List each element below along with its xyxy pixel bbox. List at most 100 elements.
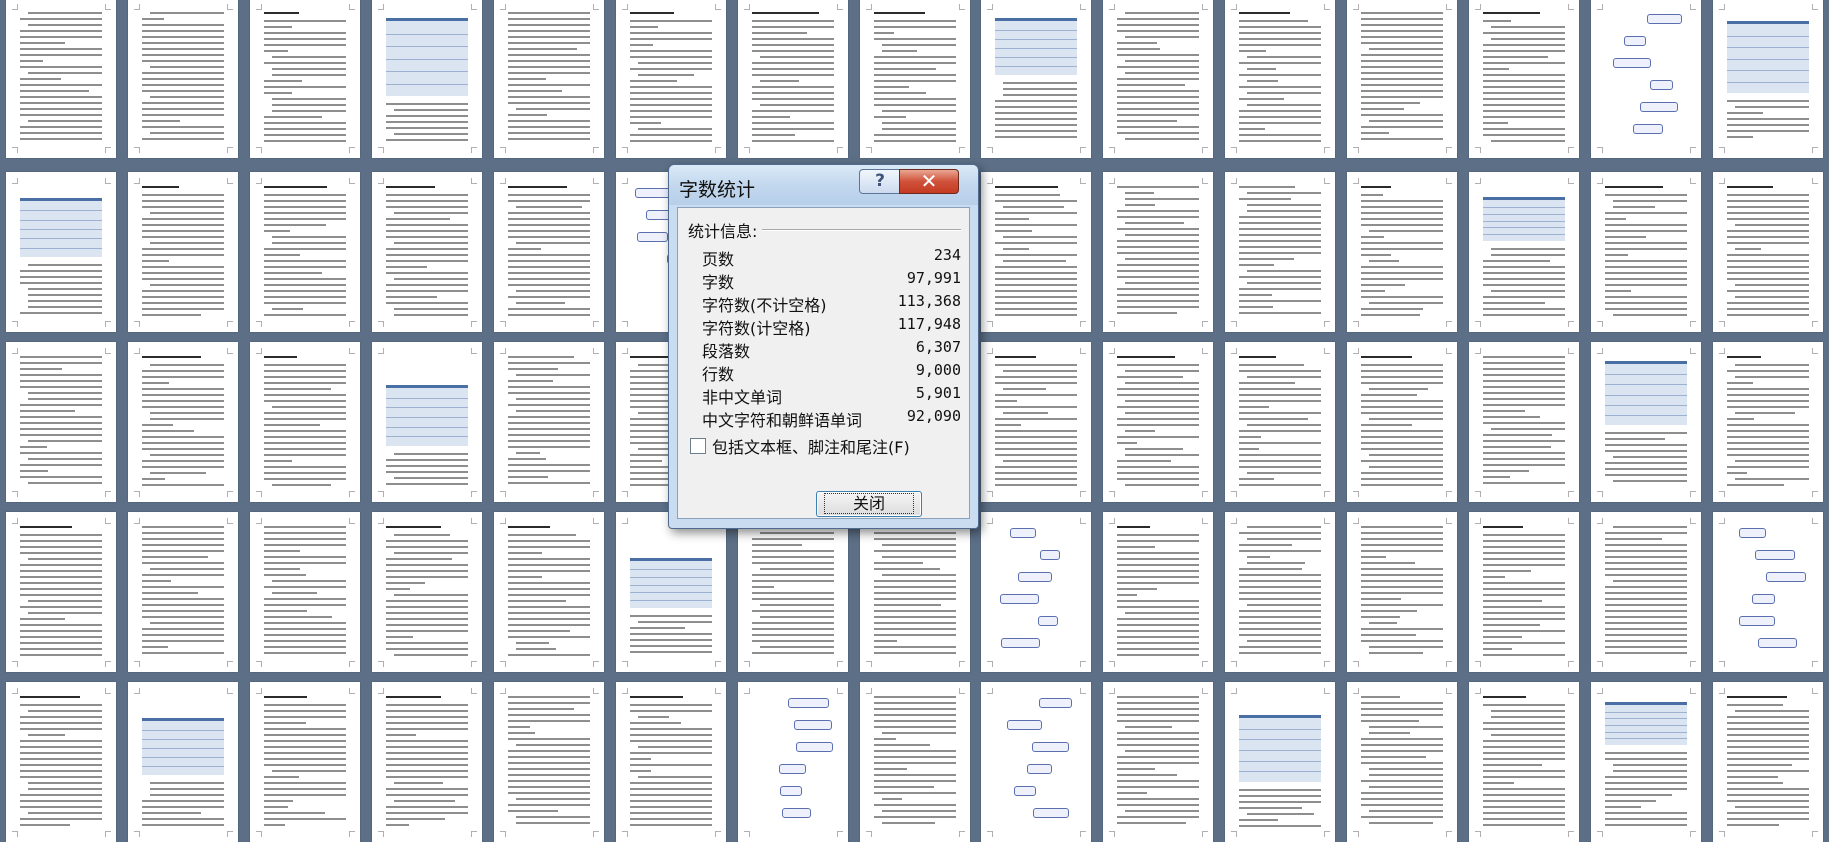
close-button[interactable]: 关闭 <box>816 491 922 517</box>
page-thumbnail <box>1469 172 1579 332</box>
page-thumbnail <box>981 682 1091 842</box>
page-thumbnail <box>1225 512 1335 672</box>
page-thumbnail <box>1103 682 1213 842</box>
stat-label: 段落数 <box>702 342 751 361</box>
stat-value: 97,991 <box>906 269 961 287</box>
stat-value: 9,000 <box>915 361 961 379</box>
page-thumbnail <box>1469 682 1579 842</box>
page-thumbnail <box>860 682 970 842</box>
stat-label: 非中文单词 <box>702 388 783 407</box>
page-thumbnail <box>128 0 238 158</box>
page-thumbnail <box>981 0 1091 158</box>
stat-row-non-chinese-words: 非中文单词 5,901 <box>702 384 961 407</box>
page-thumbnail <box>1225 0 1335 158</box>
page-thumbnail <box>250 512 360 672</box>
page-thumbnail <box>1225 172 1335 332</box>
stat-row-asian-chars: 中文字符和朝鲜语单词 92,090 <box>702 407 961 430</box>
page-thumbnail <box>1225 342 1335 502</box>
stat-value: 92,090 <box>906 407 961 425</box>
word-count-dialog: 字数统计 ? ✕ 统计信息: 页数 234 字数 97,991 字符数(不计空格… <box>668 164 979 529</box>
stat-label: 字数 <box>702 273 735 292</box>
stat-value: 234 <box>933 246 961 264</box>
page-thumbnail <box>1225 682 1335 842</box>
include-textboxes-label[interactable]: 包括文本框、脚注和尾注(F) <box>712 434 910 458</box>
page-thumbnail <box>250 172 360 332</box>
page-thumbnail <box>860 0 970 158</box>
page-thumbnail <box>1469 342 1579 502</box>
page-thumbnail <box>372 0 482 158</box>
page-thumbnail <box>981 512 1091 672</box>
page-thumbnail <box>372 682 482 842</box>
page-thumbnail <box>738 512 848 672</box>
page-thumbnail <box>1103 172 1213 332</box>
page-thumbnail <box>738 0 848 158</box>
page-thumbnail <box>1713 682 1823 842</box>
page-thumbnail <box>372 512 482 672</box>
page-thumbnail <box>1469 512 1579 672</box>
stat-label: 行数 <box>702 365 735 384</box>
stat-label: 中文字符和朝鲜语单词 <box>702 411 863 430</box>
page-thumbnail <box>1347 0 1457 158</box>
page-thumbnail <box>1103 512 1213 672</box>
stats-header: 统计信息: <box>688 222 758 241</box>
page-thumbnail <box>250 682 360 842</box>
close-x-button[interactable]: ✕ <box>899 169 959 194</box>
page-thumbnail <box>1713 172 1823 332</box>
page-thumbnail <box>494 512 604 672</box>
page-thumbnail <box>494 172 604 332</box>
page-thumbnail <box>1591 0 1701 158</box>
dialog-title: 字数统计 <box>679 179 756 201</box>
page-thumbnail <box>494 682 604 842</box>
stat-row-paragraphs: 段落数 6,307 <box>702 338 961 361</box>
page-thumbnail <box>372 172 482 332</box>
page-thumbnail <box>128 682 238 842</box>
page-thumbnail <box>494 342 604 502</box>
stat-label: 字符数(不计空格) <box>702 296 827 315</box>
page-thumbnail <box>494 0 604 158</box>
page-thumbnail <box>981 172 1091 332</box>
stats-divider <box>762 229 961 231</box>
page-thumbnail <box>6 682 116 842</box>
page-thumbnail <box>860 512 970 672</box>
stat-row-chars-with-spaces: 字符数(计空格) 117,948 <box>702 315 961 338</box>
stat-label: 字符数(计空格) <box>702 319 811 338</box>
page-thumbnail <box>128 342 238 502</box>
page-thumbnail <box>1591 172 1701 332</box>
include-textboxes-checkbox[interactable] <box>690 438 706 454</box>
page-thumbnail <box>6 172 116 332</box>
page-thumbnail <box>372 342 482 502</box>
stat-value: 5,901 <box>915 384 961 402</box>
stat-value: 113,368 <box>897 292 961 310</box>
page-thumbnail <box>1713 342 1823 502</box>
stat-row-lines: 行数 9,000 <box>702 361 961 384</box>
dialog-titlebar[interactable]: 字数统计 ? ✕ <box>669 165 978 205</box>
page-thumbnail <box>1347 172 1457 332</box>
page-thumbnail <box>250 342 360 502</box>
stat-row-chars-no-spaces: 字符数(不计空格) 113,368 <box>702 292 961 315</box>
page-thumbnail <box>128 512 238 672</box>
page-thumbnail <box>738 682 848 842</box>
page-thumbnail <box>1591 342 1701 502</box>
help-button[interactable]: ? <box>859 169 901 194</box>
page-thumbnail <box>1347 512 1457 672</box>
close-button-label: 关闭 <box>823 493 914 514</box>
dialog-content: 统计信息: 页数 234 字数 97,991 字符数(不计空格) 113,368… <box>677 207 970 519</box>
stat-row-words: 字数 97,991 <box>702 269 961 292</box>
page-thumbnail <box>981 342 1091 502</box>
page-thumbnail <box>1347 682 1457 842</box>
page-thumbnail <box>616 682 726 842</box>
page-thumbnail <box>1713 512 1823 672</box>
stat-row-pages: 页数 234 <box>702 246 961 269</box>
stat-value: 6,307 <box>915 338 961 356</box>
page-thumbnail <box>128 172 238 332</box>
page-thumbnail <box>1469 0 1579 158</box>
page-thumbnail <box>6 342 116 502</box>
page-thumbnail <box>616 0 726 158</box>
page-thumbnail <box>1713 0 1823 158</box>
page-thumbnail <box>616 512 726 672</box>
page-thumbnail <box>1347 342 1457 502</box>
page-thumbnail <box>1103 342 1213 502</box>
stat-value: 117,948 <box>897 315 961 333</box>
page-thumbnail <box>1591 512 1701 672</box>
page-thumbnail <box>1591 682 1701 842</box>
